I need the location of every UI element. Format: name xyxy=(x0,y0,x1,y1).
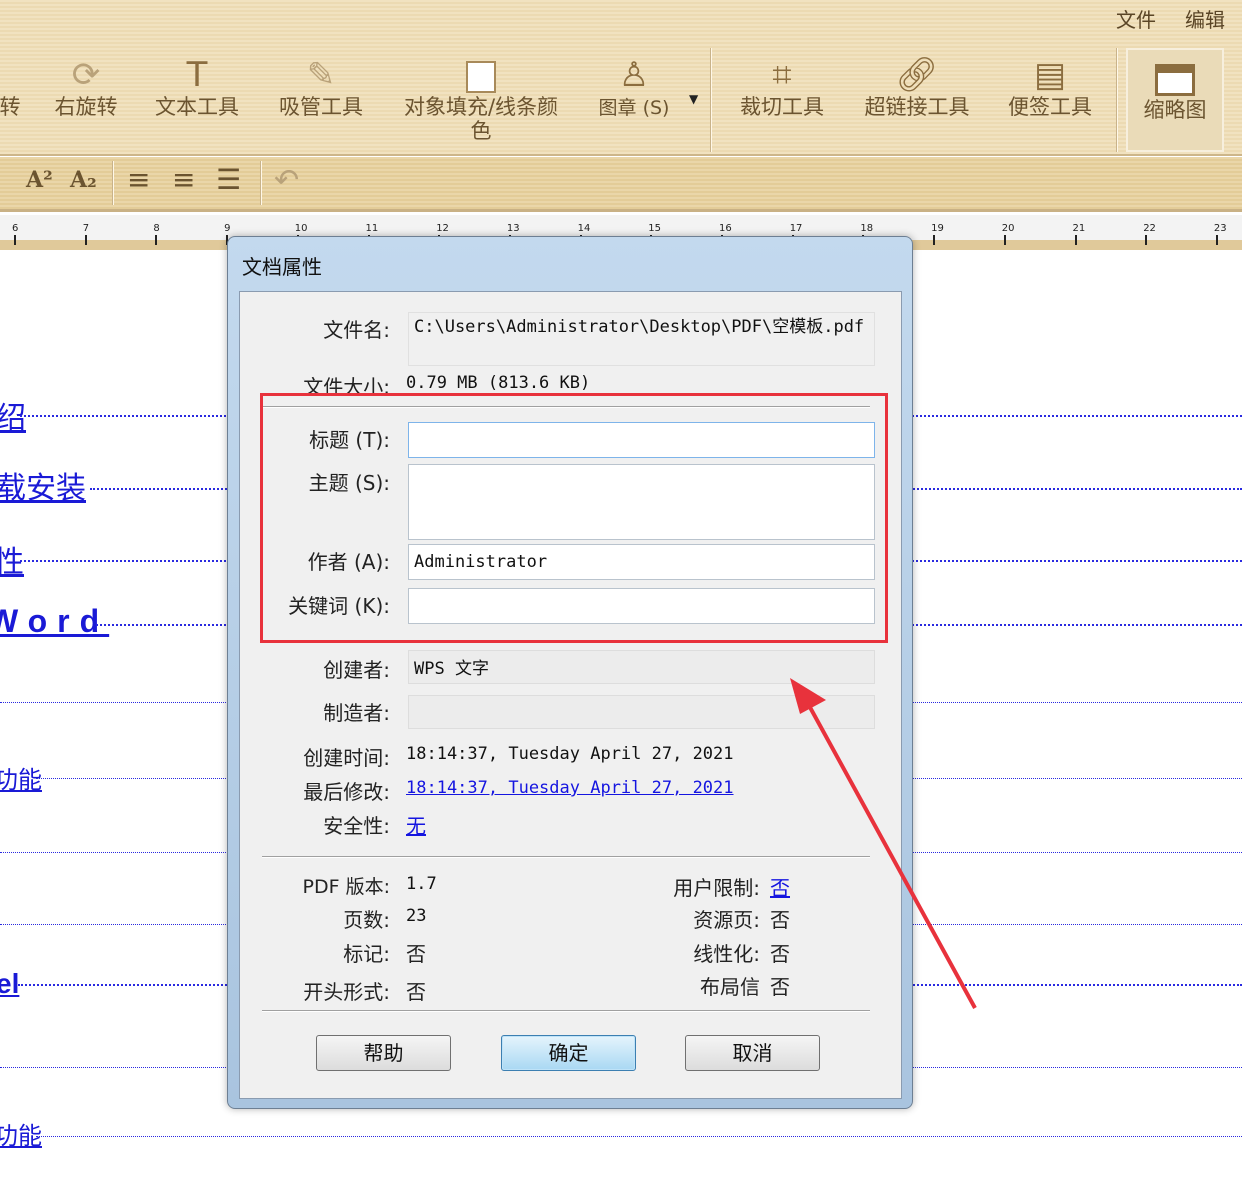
annotation-arrow xyxy=(790,678,977,1009)
arrow-shaft xyxy=(804,699,977,1009)
arrow-head-icon xyxy=(790,678,826,714)
